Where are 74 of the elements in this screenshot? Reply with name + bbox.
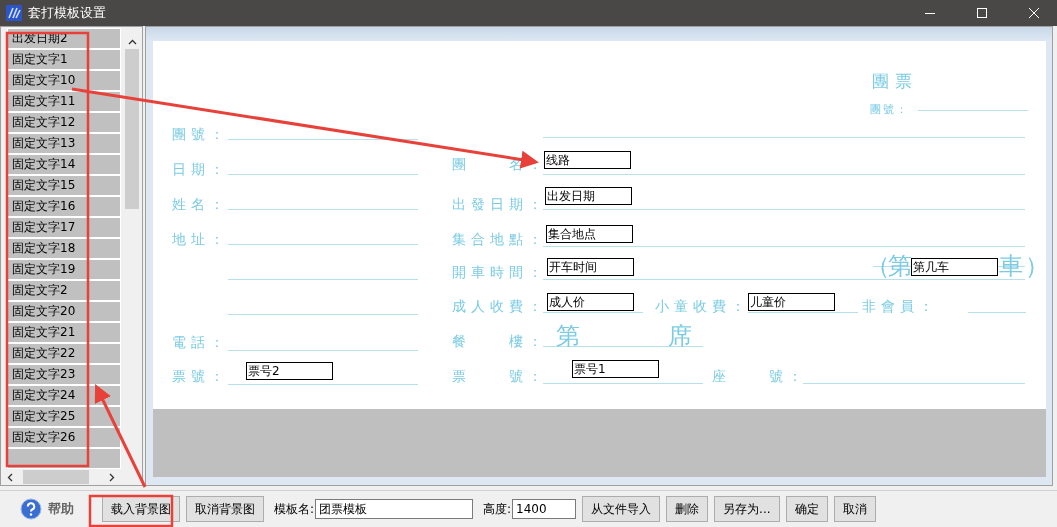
maximize-icon[interactable] <box>977 8 987 18</box>
window-title: 套打模板设置 <box>28 4 107 22</box>
toolbar-button[interactable]: 另存为... <box>714 496 780 522</box>
toolbar-button[interactable]: 确定 <box>785 496 828 522</box>
list-item[interactable]: 固定文字14 <box>7 154 121 175</box>
toolbar-button[interactable]: 删除 <box>666 496 709 522</box>
list-item[interactable]: 固定文字20 <box>7 301 121 322</box>
list-item[interactable]: 固定文字16 <box>7 196 121 217</box>
list-item[interactable]: 固定文字12 <box>7 112 121 133</box>
scrollbar-thumb[interactable] <box>23 470 89 484</box>
template-field[interactable]: 票号2 <box>246 362 333 380</box>
list-item[interactable]: 固定文字15 <box>7 175 121 196</box>
template-field[interactable]: 成人价 <box>547 293 634 311</box>
ticket-label: 第 <box>888 254 912 278</box>
app-icon <box>6 5 22 21</box>
template-field[interactable]: 票号1 <box>572 360 659 378</box>
list-item[interactable]: 固定文字13 <box>7 133 121 154</box>
ticket-label: （ <box>866 254 890 278</box>
list-item[interactable]: 固定文字26 <box>7 427 121 448</box>
toolbar-button[interactable]: 取消 <box>833 496 876 522</box>
list-item[interactable]: 固定文字19 <box>7 259 121 280</box>
scroll-left-icon[interactable] <box>7 472 13 482</box>
list-item[interactable]: 固定文字10 <box>7 70 121 91</box>
template-name-label: 模板名: <box>274 500 315 518</box>
scroll-up-icon[interactable] <box>127 39 137 45</box>
ticket-label: 姓名： <box>172 197 229 211</box>
template-field[interactable]: 开车时间 <box>547 258 634 276</box>
help-label[interactable]: 帮助 <box>48 500 74 518</box>
help-icon[interactable] <box>20 498 42 520</box>
template-field[interactable]: 集合地点 <box>546 225 633 243</box>
ticket-label: 餐 樓： <box>452 334 547 348</box>
toolbar-button[interactable]: 取消背景图 <box>186 496 264 522</box>
ticket-label: 日期： <box>172 162 229 176</box>
ticket-label: 開車時間： <box>452 265 547 279</box>
template-field[interactable]: 儿童价 <box>748 293 835 311</box>
template-field[interactable]: 第几车 <box>911 258 998 276</box>
ticket-label: 小童收費： <box>655 299 750 313</box>
ticket-label: 非會員： <box>862 299 938 313</box>
ticket-label: 車 <box>999 254 1023 278</box>
ticket-label: 票號： <box>172 369 229 383</box>
ticket-label: 團號： <box>870 104 909 115</box>
height-label: 高度: <box>483 500 512 518</box>
toolbar-button[interactable]: 载入背景图 <box>102 496 180 522</box>
list-item[interactable]: 固定文字21 <box>7 322 121 343</box>
template-field[interactable]: 线路 <box>544 151 631 169</box>
list-item[interactable] <box>7 448 121 469</box>
ticket-label: 出發日期： <box>452 197 547 211</box>
template-name-field[interactable]: 团票模板 <box>315 499 474 519</box>
height-field[interactable]: 1400 <box>512 499 577 519</box>
ticket-label: 席 <box>668 324 692 348</box>
ticket-label: 第 <box>556 324 580 348</box>
scrollbar-thumb[interactable] <box>125 49 139 209</box>
list-item[interactable]: 固定文字2 <box>7 280 121 301</box>
template-field[interactable]: 出发日期 <box>545 187 632 205</box>
ticket-label: 集合地點： <box>452 232 547 246</box>
ticket-label: ） <box>1025 254 1049 278</box>
list-item[interactable]: 固定文字17 <box>7 217 121 238</box>
ticket-label: 電話： <box>172 335 229 349</box>
list-item[interactable]: 固定文字18 <box>7 238 121 259</box>
close-icon[interactable] <box>1029 8 1039 18</box>
list-item[interactable]: 固定文字25 <box>7 406 121 427</box>
list-item[interactable]: 固定文字1 <box>7 49 121 70</box>
ticket-label: 團號： <box>172 127 229 141</box>
scroll-right-icon[interactable] <box>109 472 115 482</box>
ticket-label: 成人收費： <box>452 299 547 313</box>
ticket-label: 票 號： <box>452 369 547 383</box>
ticket-label: 團票 <box>872 73 918 90</box>
ticket-label: 地址： <box>172 232 229 246</box>
list-item[interactable]: 固定文字23 <box>7 364 121 385</box>
ticket-label: 座 號： <box>712 369 807 383</box>
toolbar-button[interactable]: 从文件导入 <box>582 496 661 522</box>
list-item[interactable]: 固定文字22 <box>7 343 121 364</box>
minimize-icon[interactable] <box>925 12 935 14</box>
list-item[interactable]: 固定文字11 <box>7 91 121 112</box>
